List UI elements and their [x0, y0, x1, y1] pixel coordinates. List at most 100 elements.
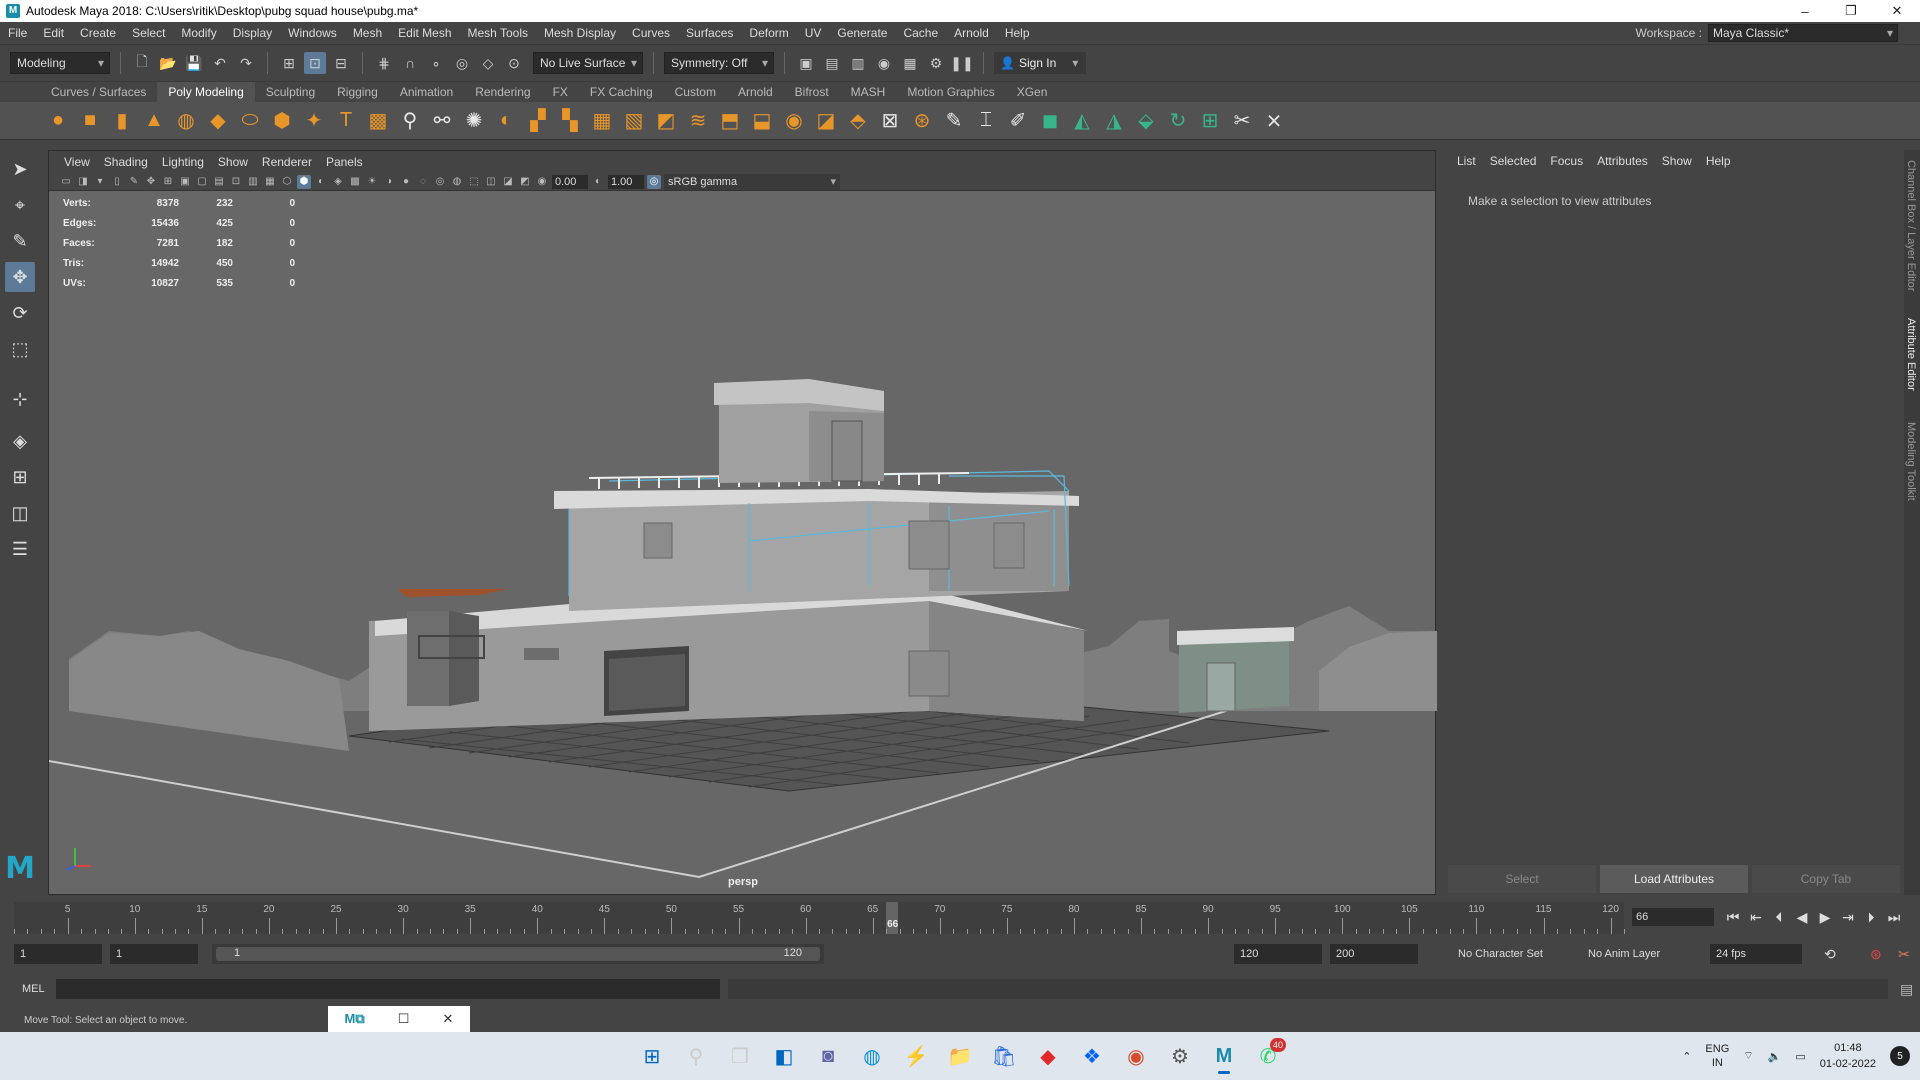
- edge-icon[interactable]: ◍: [854, 1038, 890, 1074]
- menu-create[interactable]: Create: [72, 26, 124, 40]
- viewport-panel[interactable]: View Shading Lighting Show Renderer Pane…: [48, 150, 1437, 895]
- menu-edit[interactable]: Edit: [35, 26, 72, 40]
- snap-point-icon[interactable]: ∘: [425, 52, 447, 74]
- exposure-field[interactable]: 0.00: [552, 174, 588, 189]
- ambient-occlusion-icon[interactable]: ●: [399, 175, 413, 189]
- bevel-icon[interactable]: ≋: [684, 107, 712, 135]
- tab-custom[interactable]: Custom: [664, 82, 727, 102]
- snap-curve-icon[interactable]: ∩: [399, 52, 421, 74]
- append-icon[interactable]: ◪: [812, 107, 840, 135]
- menu-mesh-display[interactable]: Mesh Display: [536, 26, 624, 40]
- smooth-icon[interactable]: ▦: [588, 107, 616, 135]
- render-frame-icon[interactable]: ▤: [821, 52, 843, 74]
- multi-cut-icon[interactable]: ✎: [940, 107, 968, 135]
- uv-layout-icon[interactable]: ⊞: [1196, 107, 1224, 135]
- select-object-icon[interactable]: ⊡: [304, 52, 326, 74]
- menu-deform[interactable]: Deform: [741, 26, 796, 40]
- maya-preview-icon[interactable]: M⧉: [345, 1011, 365, 1027]
- settings-icon[interactable]: ⚙: [1162, 1038, 1198, 1074]
- poly-sphere-icon[interactable]: ●: [44, 107, 72, 135]
- menu-cache[interactable]: Cache: [895, 26, 946, 40]
- film-gate-icon[interactable]: ▣: [178, 175, 192, 189]
- last-tool-icon[interactable]: ⊹: [5, 384, 35, 414]
- task-view-icon[interactable]: ❐: [722, 1038, 758, 1074]
- menu-edit-mesh[interactable]: Edit Mesh: [390, 26, 459, 40]
- poke-icon[interactable]: ⊛: [908, 107, 936, 135]
- boolean-icon[interactable]: ▧: [620, 107, 648, 135]
- restore-icon[interactable]: ☐: [398, 1011, 410, 1027]
- tab-rigging[interactable]: Rigging: [326, 82, 389, 102]
- script-editor-icon[interactable]: ▤: [1900, 981, 1913, 998]
- close-preview-icon[interactable]: ✕: [443, 1011, 454, 1027]
- ae-menu-help[interactable]: Help: [1699, 154, 1738, 168]
- tab-sculpting[interactable]: Sculpting: [255, 82, 326, 102]
- search-icon[interactable]: ⚲: [678, 1038, 714, 1074]
- select-component-icon[interactable]: ⊟: [330, 52, 352, 74]
- sign-in-button[interactable]: 👤 Sign In: [994, 52, 1087, 74]
- tab-xgen[interactable]: XGen: [1006, 82, 1059, 102]
- smooth-shade-icon[interactable]: ⬢: [297, 174, 311, 189]
- edge-loop-icon[interactable]: ⌶: [972, 107, 1000, 135]
- preferences-icon[interactable]: ✂: [1890, 944, 1910, 964]
- current-time-field[interactable]: 66: [1632, 908, 1714, 926]
- rotate-tool-icon[interactable]: ⟳: [5, 298, 35, 328]
- wifi-icon[interactable]: ⌔: [1743, 1049, 1753, 1063]
- store-icon[interactable]: 🛍: [986, 1038, 1022, 1074]
- dropbox-icon[interactable]: ❖: [1074, 1038, 1110, 1074]
- notification-badge[interactable]: 5: [1890, 1046, 1910, 1066]
- extract-icon[interactable]: ▚: [556, 107, 584, 135]
- resolution-gate-icon[interactable]: ▢: [195, 175, 209, 189]
- snap-live-icon[interactable]: ⊙: [503, 52, 525, 74]
- open-scene-icon[interactable]: 📂: [157, 52, 179, 74]
- tab-curves-surfaces[interactable]: Curves / Surfaces: [40, 82, 157, 102]
- ipr-render-icon[interactable]: ▥: [847, 52, 869, 74]
- 3d-scene[interactable]: [49, 191, 1437, 894]
- ae-menu-attributes[interactable]: Attributes: [1590, 154, 1655, 168]
- ae-menu-selected[interactable]: Selected: [1483, 154, 1544, 168]
- close-icon[interactable]: ✕: [1874, 0, 1920, 22]
- vp-menu-lighting[interactable]: Lighting: [155, 155, 211, 169]
- camera-icon[interactable]: ▭: [59, 175, 73, 189]
- render-setup-icon[interactable]: ⚙: [925, 52, 947, 74]
- character-set-dropdown[interactable]: No Character Set: [1450, 944, 1570, 964]
- isolate-select-icon[interactable]: ⬚: [467, 175, 481, 189]
- merge-icon[interactable]: ⊠: [876, 107, 904, 135]
- play-forward-icon[interactable]: ▶: [1816, 906, 1834, 928]
- loop-icon[interactable]: ⟲: [1816, 944, 1836, 964]
- field-chart-icon[interactable]: ⊡: [229, 175, 243, 189]
- image-plane-icon[interactable]: ▯: [110, 175, 124, 189]
- tab-channel-box[interactable]: Channel Box / Layer Editor: [1905, 160, 1917, 291]
- camera-attr-icon[interactable]: ◨: [76, 175, 90, 189]
- xray-joints-icon[interactable]: ◪: [501, 175, 515, 189]
- new-scene-icon[interactable]: 🗋: [131, 52, 153, 74]
- tab-fx-caching[interactable]: FX Caching: [579, 82, 664, 102]
- menu-surfaces[interactable]: Surfaces: [678, 26, 741, 40]
- live-surface-field[interactable]: No Live Surface: [533, 52, 643, 74]
- menuset-dropdown[interactable]: Modeling: [10, 52, 110, 74]
- teams-chat-icon[interactable]: ◙: [810, 1038, 846, 1074]
- paint-select-icon[interactable]: ✎: [5, 226, 35, 256]
- four-view-icon[interactable]: ⊞: [5, 462, 35, 492]
- safe-title-icon[interactable]: ▦: [263, 175, 277, 189]
- menu-display[interactable]: Display: [225, 26, 280, 40]
- lasso-tool-icon[interactable]: ⌖: [5, 190, 35, 220]
- menu-uv[interactable]: UV: [797, 26, 830, 40]
- super-shape-icon[interactable]: ✦: [300, 107, 328, 135]
- battery-icon[interactable]: ▭: [1795, 1050, 1805, 1063]
- widgets-icon[interactable]: ◧: [766, 1038, 802, 1074]
- safe-action-icon[interactable]: ▥: [246, 175, 260, 189]
- mirror-icon[interactable]: ◩: [652, 107, 680, 135]
- menu-arnold[interactable]: Arnold: [946, 26, 997, 40]
- maximize-icon[interactable]: ❐: [1828, 0, 1874, 22]
- load-attributes-button[interactable]: Load Attributes: [1600, 865, 1748, 893]
- tab-poly-modeling[interactable]: Poly Modeling: [157, 82, 255, 102]
- anim-layer-dropdown[interactable]: No Anim Layer: [1580, 944, 1690, 964]
- animation-start-field[interactable]: 1: [14, 944, 102, 964]
- pause-icon[interactable]: ❚❚: [950, 52, 973, 74]
- hypershade-icon[interactable]: ▦: [899, 52, 921, 74]
- gate-mask-icon[interactable]: ▤: [212, 175, 226, 189]
- select-tool-icon[interactable]: ➤: [5, 154, 35, 184]
- fill-hole-icon[interactable]: ◉: [780, 107, 808, 135]
- vscode-icon[interactable]: ⚡: [898, 1038, 934, 1074]
- ae-menu-focus[interactable]: Focus: [1543, 154, 1590, 168]
